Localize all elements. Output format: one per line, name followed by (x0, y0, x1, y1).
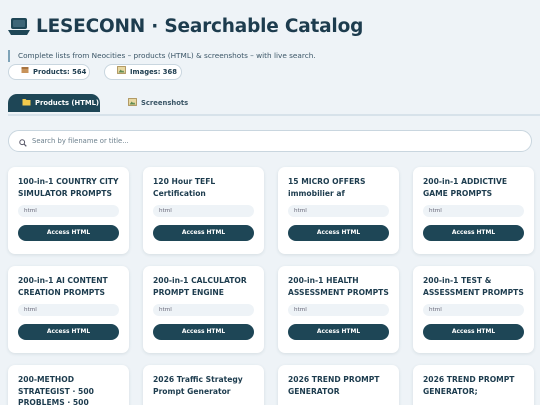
card-type-tag: html (153, 205, 254, 217)
product-card: 15 MICRO OFFERS immobilier af html Acces… (278, 167, 399, 254)
page-subtitle: Complete lists from Neocities – products… (8, 50, 532, 62)
page-header: LESECONN · Searchable Catalog Complete l… (8, 12, 532, 62)
search-input[interactable] (32, 137, 531, 145)
product-card: 200-in-1 CALCULATOR PROMPT ENGINE html A… (143, 266, 264, 353)
laptop-icon (8, 16, 30, 36)
card-type-tag: html (423, 304, 524, 316)
card-type-tag: html (288, 304, 389, 316)
product-card: 200-METHOD STRATEGIST · 500 PROBLEMS · 5… (8, 365, 129, 405)
product-card: 2026 TREND PROMPT GENERATOR (278, 365, 399, 405)
card-title: 200-in-1 TEST & ASSESSMENT PROMPTS (423, 276, 524, 297)
card-title: 2026 Traffic Strategy Prompt Generator (153, 375, 243, 396)
card-title: 2026 TREND PROMPT GENERATOR; (423, 375, 515, 396)
products-count-badge: Products: 564 (8, 64, 90, 80)
card-type-tag: html (288, 205, 389, 217)
card-type-tag: html (153, 304, 254, 316)
folder-icon (22, 98, 31, 108)
tab-products[interactable]: Products (HTML) (8, 94, 100, 112)
card-title: 200-in-1 CALCULATOR PROMPT ENGINE (153, 276, 247, 297)
access-html-button[interactable]: Access HTML (423, 225, 524, 241)
product-card: 200-in-1 AI CONTENT CREATION PROMPTS htm… (8, 266, 129, 353)
card-title: 100-in-1 COUNTRY CITY SIMULATOR PROMPTS (18, 177, 119, 198)
picture-icon (117, 65, 126, 79)
images-count: Images: 368 (130, 68, 177, 76)
page-title: LESECONN · Searchable Catalog (36, 15, 364, 37)
product-card: 2026 TREND PROMPT GENERATOR; (413, 365, 534, 405)
card-title: 200-in-1 HEALTH ASSESSMENT PROMPTS (288, 276, 389, 297)
access-html-button[interactable]: Access HTML (153, 225, 254, 241)
card-title: 15 MICRO OFFERS immobilier af (288, 177, 366, 198)
card-title: 200-in-1 ADDICTIVE GAME PROMPTS (423, 177, 508, 198)
product-card: 2026 Traffic Strategy Prompt Generator (143, 365, 264, 405)
title-row: LESECONN · Searchable Catalog (8, 12, 532, 40)
access-html-button[interactable]: Access HTML (423, 324, 524, 340)
tab-screenshots-label: Screenshots (141, 99, 189, 107)
product-card: 100-in-1 COUNTRY CITY SIMULATOR PROMPTS … (8, 167, 129, 254)
product-card: 200-in-1 HEALTH ASSESSMENT PROMPTS html … (278, 266, 399, 353)
product-card: 120 Hour TEFL Certification html Access … (143, 167, 264, 254)
tab-bar: Products (HTML) Screenshots (8, 94, 540, 116)
picture-icon (128, 98, 137, 108)
card-type-tag: html (18, 205, 119, 217)
package-icon (21, 65, 29, 79)
search-icon (19, 132, 27, 151)
product-card: 200-in-1 ADDICTIVE GAME PROMPTS html Acc… (413, 167, 534, 254)
card-title: 120 Hour TEFL Certification (153, 177, 216, 198)
access-html-button[interactable]: Access HTML (288, 225, 389, 241)
access-html-button[interactable]: Access HTML (288, 324, 389, 340)
card-title: 2026 TREND PROMPT GENERATOR (288, 375, 380, 396)
tab-products-label: Products (HTML) (35, 99, 100, 107)
card-title: 200-in-1 AI CONTENT CREATION PROMPTS (18, 276, 108, 297)
stats-bar: Products: 564 Images: 368 (8, 64, 182, 80)
access-html-button[interactable]: Access HTML (153, 324, 254, 340)
card-title: 200-METHOD STRATEGIST · 500 PROBLEMS · 5… (18, 375, 94, 405)
tab-screenshots[interactable]: Screenshots (114, 94, 202, 112)
product-card: 200-in-1 TEST & ASSESSMENT PROMPTS html … (413, 266, 534, 353)
card-type-tag: html (18, 304, 119, 316)
search-bar (8, 130, 532, 152)
access-html-button[interactable]: Access HTML (18, 225, 119, 241)
products-count: Products: 564 (33, 68, 87, 76)
card-type-tag: html (423, 205, 524, 217)
access-html-button[interactable]: Access HTML (18, 324, 119, 340)
images-count-badge: Images: 368 (104, 64, 182, 80)
